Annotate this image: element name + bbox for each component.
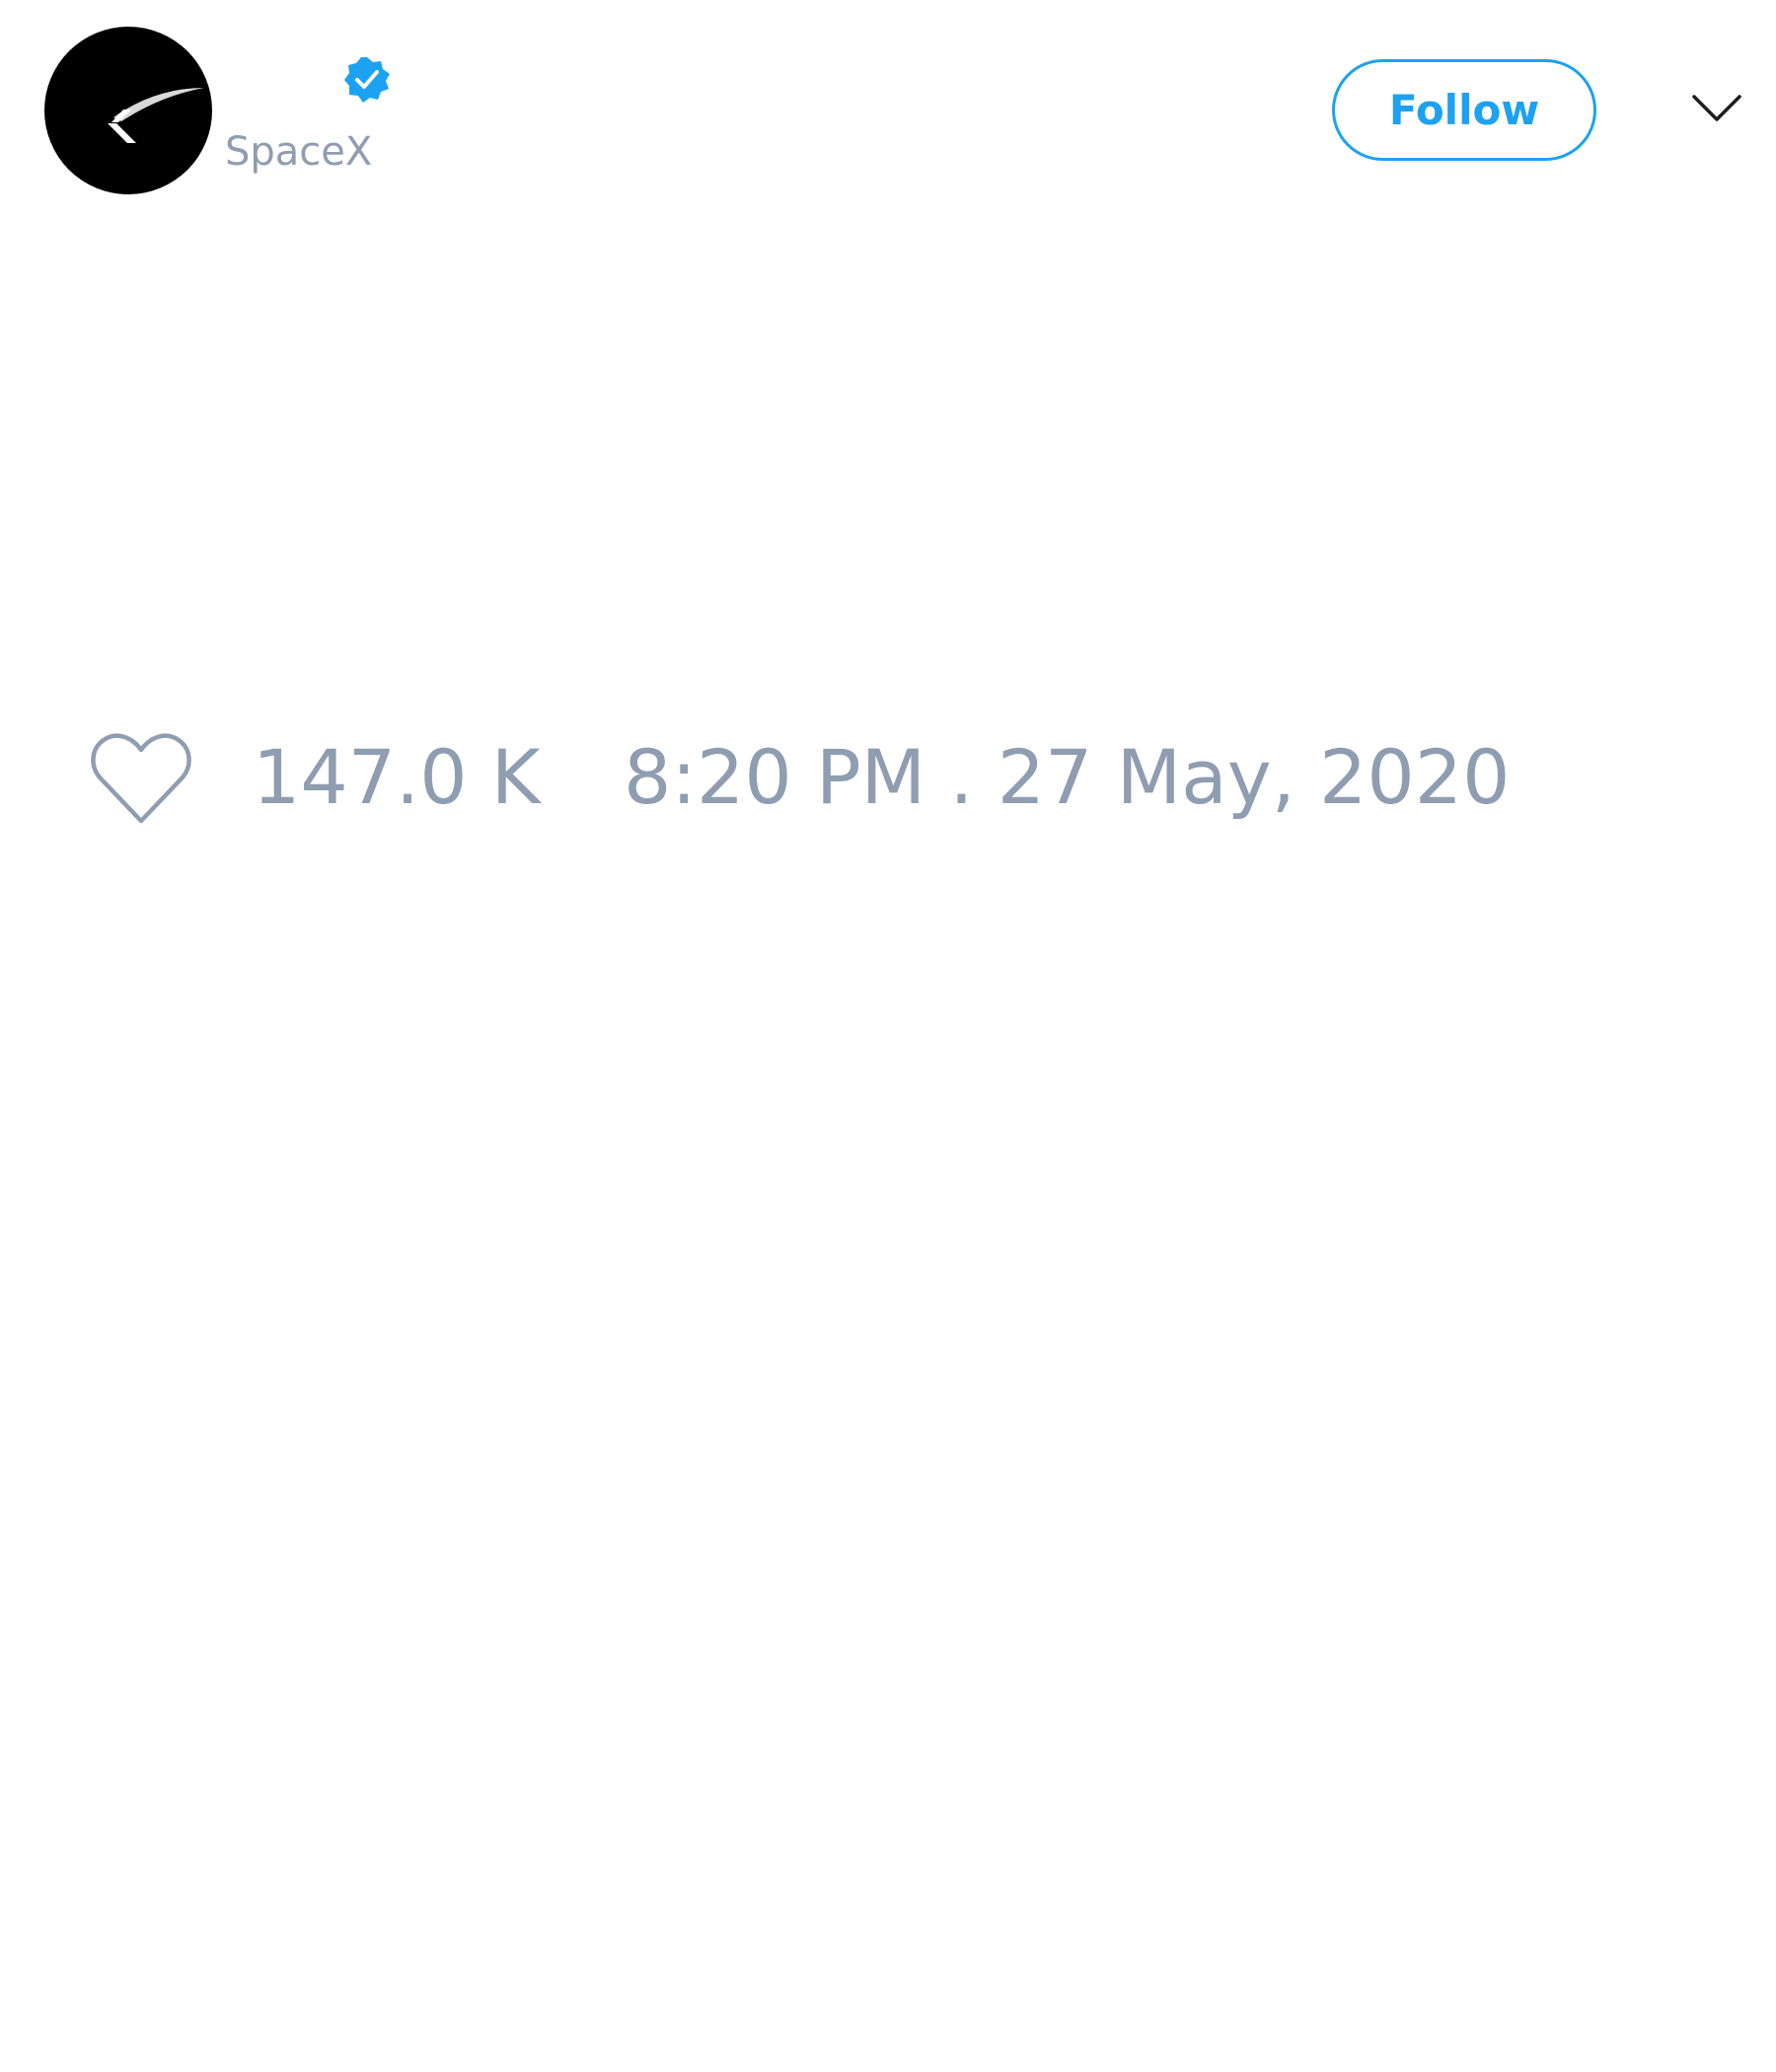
follow-button[interactable]: Follow — [1332, 59, 1596, 161]
tweet-timestamp[interactable]: 8:20 PM . 27 May, 2020 — [624, 732, 1510, 823]
heart-icon[interactable] — [87, 730, 195, 829]
verified-badge-icon — [343, 56, 391, 104]
avatar[interactable] — [44, 27, 212, 194]
spacex-logo-icon — [108, 88, 204, 143]
like-count: 147.0 K — [253, 733, 541, 821]
account-handle[interactable]: SpaceX — [225, 124, 372, 180]
chevron-down-icon[interactable] — [1689, 89, 1744, 128]
